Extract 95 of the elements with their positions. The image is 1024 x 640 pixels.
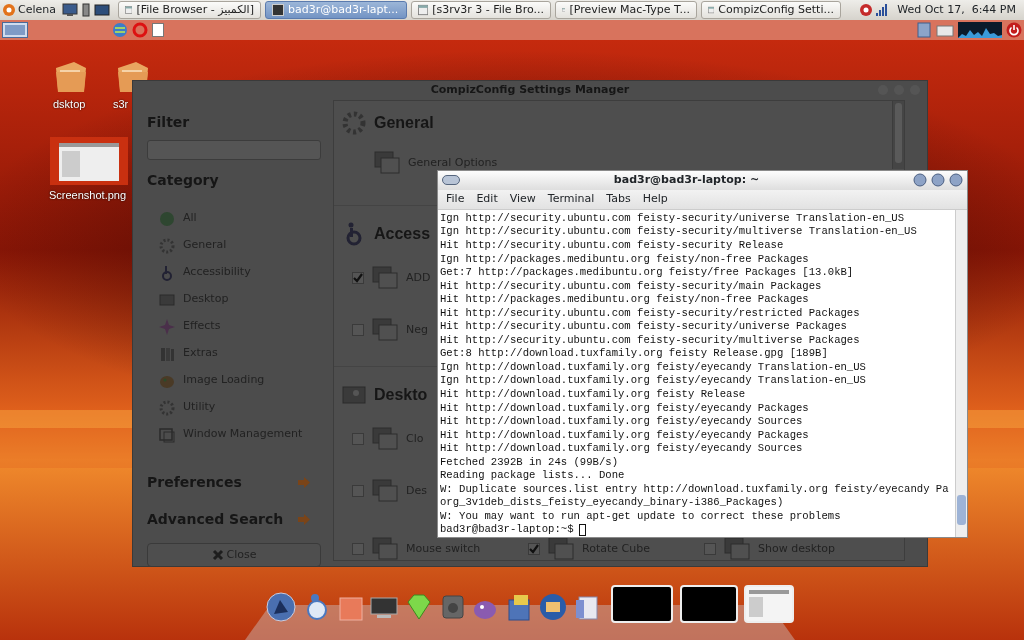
terminal-line: Ign http://download.tuxfamily.org feisty/eyecandy Translation-en_US (440, 360, 867, 375)
taskbar-button[interactable]: [s3rv3r 3 - File Bro... (411, 1, 551, 19)
terminal-icon (272, 4, 284, 16)
gear-icon (159, 237, 175, 254)
terminal-line: Ign http://security.ubuntu.com feisty-security/universe Translation-en_US (440, 211, 906, 226)
menu-item[interactable]: Tabs (606, 191, 631, 208)
signal-icon[interactable] (875, 3, 890, 17)
gear-icon (342, 111, 366, 135)
section-heading: General (374, 113, 434, 133)
record-icon[interactable] (859, 3, 874, 17)
checkbox[interactable] (704, 543, 716, 555)
taskbar-button[interactable]: [Preview Mac-Type T... (555, 1, 697, 19)
terminal-line: Fetched 2392B in 24s (99B/s) (440, 455, 619, 470)
checkbox[interactable] (352, 324, 364, 336)
terminal-line: W: You may want to run apt-get update to correct these problems (440, 509, 842, 524)
window-thumbnail-icon[interactable] (744, 585, 794, 623)
desktop-icon (159, 291, 175, 308)
terminal-line: Hit http://download.tuxfamily.org feisty/eyecandy Packages (440, 428, 810, 443)
menu-item[interactable]: File (446, 191, 465, 208)
menu-item[interactable]: View (509, 191, 536, 208)
desktop-icon (342, 383, 366, 407)
section-heading: Deskto (374, 385, 428, 405)
checkmark-icon (529, 544, 539, 554)
checkmark-icon (353, 273, 363, 283)
taskbar-button[interactable]: bad3r@bad3r-lapt... (265, 1, 407, 19)
terminal-line: W: Duplicate sources.list entry http://download.tuxfamily.org feisty/eyecandy Pa (440, 482, 950, 497)
file-label[interactable]: dsktop (53, 96, 86, 113)
checkbox[interactable] (352, 485, 364, 497)
window-icon (125, 4, 133, 16)
terminal-line: Hit http://packages.medibuntu.org feisty/non-free Packages (440, 293, 810, 307)
checkbox[interactable] (352, 272, 364, 284)
window-thumbnail-icon[interactable] (680, 585, 738, 623)
window-menu-icon[interactable] (442, 175, 460, 186)
taskbar-button[interactable]: CompizConfig Setti... (701, 1, 841, 19)
terminal-line: Hit http://security.ubuntu.com feisty-security Release (440, 238, 785, 253)
taskbar-button[interactable]: [File Browser - الكمبيز] (118, 1, 261, 19)
terminal-line: Hit http://download.tuxfamily.org feisty/eyecandy Packages (440, 401, 810, 416)
sparkle-icon (159, 318, 175, 335)
books-icon (159, 345, 175, 362)
terminal-line: Hit http://download.tuxfamily.org feisty Release (440, 388, 747, 402)
close-icon (211, 549, 224, 561)
plugin-window-icon (372, 266, 398, 290)
plugin-window-icon (372, 318, 398, 342)
window-title: bad3r@bad3r-laptop: ~ (612, 172, 761, 189)
mail-icon[interactable] (538, 592, 568, 622)
window-icon (418, 4, 429, 16)
folder-icon[interactable] (54, 60, 88, 94)
file-label[interactable]: Screenshot.png (49, 187, 127, 204)
terminal-line: org_3v1deb_dists_feisty_eyecandy_binary-i386_Packages) (440, 496, 785, 510)
menu-label[interactable]: Celena (18, 1, 56, 19)
file-label[interactable]: s3r (113, 96, 129, 113)
terminal-line: Hit http://security.ubuntu.com feisty-security/multiverse Packages (440, 333, 861, 348)
workspace-switcher-icon[interactable] (2, 22, 28, 38)
tower-icon[interactable] (80, 3, 92, 17)
text-cursor (578, 524, 586, 537)
terminal-line: Get:7 http://packages.medibuntu.org feisty/free Packages [13.0kB] (440, 266, 855, 280)
terminal-prompt: bad3r@bad3r-laptop:~$ (440, 523, 574, 537)
clock[interactable]: Wed Oct 17, 6:44 PM (897, 1, 1016, 19)
terminal-line: Reading package lists... Done (440, 469, 626, 483)
checkbox[interactable] (352, 543, 364, 555)
checkbox[interactable] (528, 543, 540, 555)
monitor-icon[interactable] (62, 3, 78, 17)
terminal-line: Hit http://security.ubuntu.com feisty-security/restricted Packages (440, 306, 861, 321)
plugin-window-icon (372, 479, 398, 503)
image-thumbnail-icon[interactable] (50, 137, 128, 185)
window-icon (159, 426, 175, 443)
menu-item[interactable]: Edit (476, 191, 498, 208)
terminal-line: Hit http://download.tuxfamily.org feisty/eyecandy Sources (440, 442, 804, 456)
plugin-window-icon (372, 427, 398, 451)
drive-icon[interactable] (936, 22, 954, 38)
terminal-line: Get:8 http://download.tuxfamily.org feisty Release.gpg [189B] (440, 347, 829, 361)
screen-icon[interactable] (94, 3, 110, 17)
window-thumbnail-icon[interactable] (611, 585, 673, 623)
filter-field[interactable] (147, 140, 321, 160)
cpu-graph-icon[interactable] (958, 22, 1002, 38)
plugin-window-icon (374, 151, 400, 175)
terminal-line: Ign http://security.ubuntu.com feisty-security/multiverse Translation-en_US (440, 225, 918, 239)
document-icon[interactable] (152, 22, 164, 38)
terminal-line: Ign http://packages.medibuntu.org feisty/non-free Packages (440, 252, 810, 267)
clipboard-icon[interactable] (916, 22, 932, 38)
menu-item[interactable]: Help (642, 191, 668, 208)
ubuntu-logo-icon[interactable] (2, 3, 16, 17)
wheelchair-icon (159, 264, 175, 281)
gear-icon (159, 399, 175, 416)
power-icon[interactable] (1006, 22, 1022, 38)
section-heading: Access (374, 224, 431, 244)
scrollbar[interactable] (892, 101, 904, 169)
window-controls-icon[interactable] (913, 173, 963, 188)
window-icon (708, 4, 715, 16)
menu-item[interactable]: Terminal (547, 191, 595, 208)
terminal-line: Hit http://download.tuxfamily.org feisty/eyecandy Sources (440, 415, 804, 429)
terminal-line: Ign http://download.tuxfamily.org feisty/eyecandy Translation-en_US (440, 374, 867, 388)
terminal-line: Hit http://security.ubuntu.com feisty-security/universe Packages (440, 320, 848, 334)
terminal-line: Hit http://security.ubuntu.com feisty-security/main Packages (440, 279, 823, 294)
checkbox[interactable] (352, 433, 364, 445)
